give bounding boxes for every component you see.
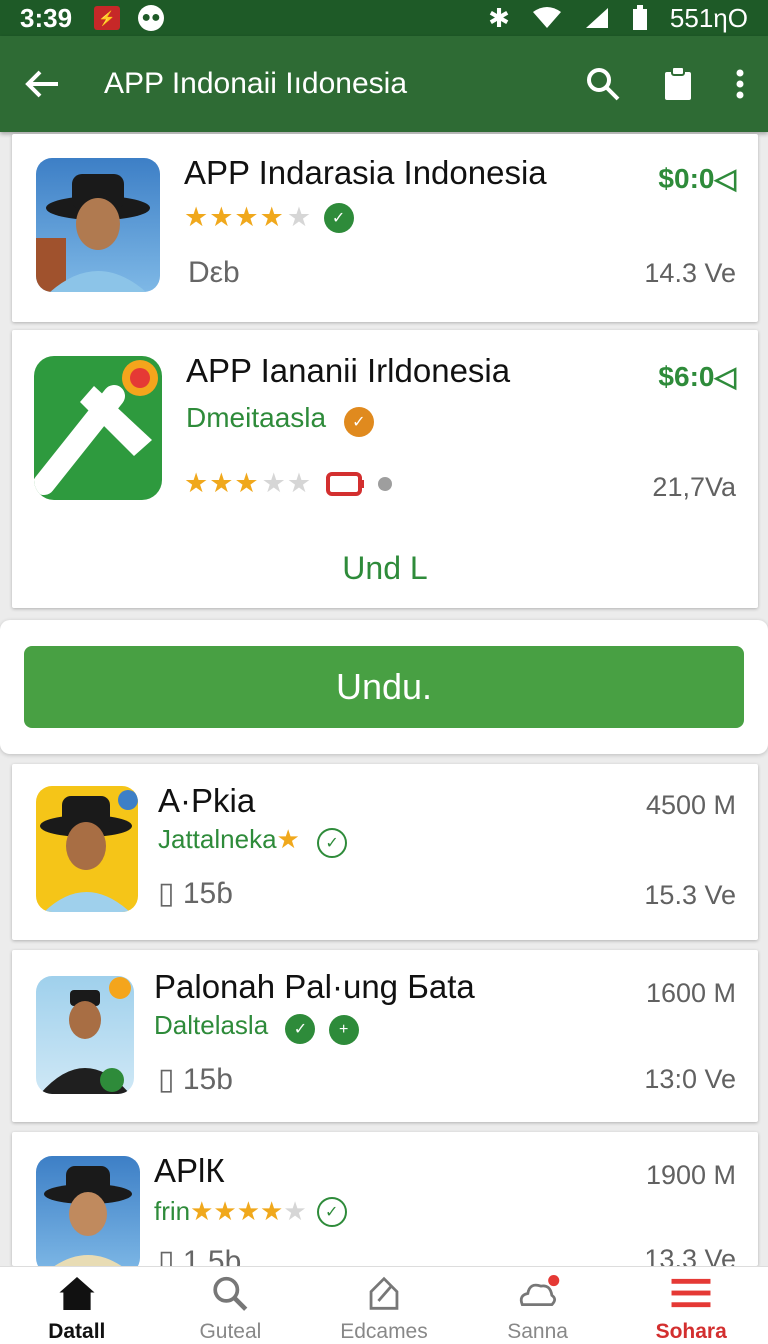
list-item[interactable]: Palonah Pal·ung Бata Daltelasla ✓ + ▯ 15… [12, 950, 758, 1122]
signal-icon [585, 8, 608, 28]
person-portrait-icon [44, 1166, 132, 1266]
app-thumbnail [36, 786, 138, 912]
bluetooth-icon: ✱ [488, 2, 510, 33]
star-rating: ★★★ ★★ [184, 468, 393, 499]
developer-name: Dmeitaasla ✓ [186, 402, 374, 437]
home-icon [59, 1276, 95, 1311]
nav-item-sanna[interactable]: Sanna [461, 1267, 615, 1344]
battery-level: 551ηO [669, 2, 748, 33]
developer-name: Jattalneka★ ✓ [158, 824, 348, 858]
app-size: 21,7Va [652, 472, 736, 502]
back-arrow-icon[interactable] [24, 69, 60, 99]
list-item[interactable]: APlК frin ★★★★ ★ ✓ ▯ 1.5b 1900 M 13.3 Ve [12, 1132, 758, 1266]
app-name: APP Iananii Irldonesia [186, 352, 511, 389]
package-icon: ▯ [158, 1245, 175, 1266]
nav-item-edcames[interactable]: Edcames [307, 1267, 461, 1344]
page-title: APP Indonaii Iıdonesia [104, 67, 408, 100]
developer-label: Jattalneka [158, 824, 277, 854]
nav-label: Datall [48, 1320, 106, 1343]
developer-label: Dmeitaasla [186, 402, 327, 433]
verified-badge-icon: ✓ [317, 828, 348, 858]
nav-label: Sanna [507, 1320, 568, 1343]
app-thumbnail [36, 976, 134, 1094]
app-bar: APP Indonaii Iıdonesia [0, 36, 768, 132]
app-name: A·Pkia [158, 782, 256, 819]
install-link[interactable]: Und L [12, 550, 758, 587]
app-card-2[interactable]: APP Iananii Irldonesia $6:0◁ Dmeitaasla … [12, 330, 758, 608]
developer-name: frin ★★★★ ★ ✓ [154, 1196, 347, 1227]
app-size: 14.3 Ve [644, 258, 736, 288]
app-thumbnail [36, 1156, 140, 1266]
app-size: 15.3 Ve [644, 880, 736, 910]
app-price: $6:0◁ [658, 361, 736, 392]
notification-app-icon: ⚡ [94, 6, 121, 30]
download-count-label: 15ɓ [182, 877, 233, 910]
app-thumbnail [36, 158, 160, 292]
bottom-navigation: Datall Guteal Edcames Sanna Sohara [0, 1266, 768, 1344]
download-count-label: 15b [182, 1063, 233, 1096]
status-bar: 3:39 ⚡ ●● ✱ 551ηO [0, 0, 768, 36]
download-count: ▯ 1.5b [158, 1244, 241, 1266]
developer-badge-icon: ✓ [343, 407, 374, 437]
nav-item-guteal[interactable]: Guteal [154, 1267, 308, 1344]
package-icon: ▯ [158, 1063, 175, 1096]
package-icon: ▯ [158, 877, 175, 910]
app-size: 13.3 Ve [644, 1244, 736, 1266]
person-portrait-icon [36, 174, 150, 292]
verified-badge-icon: ✓ [285, 1014, 316, 1044]
menu-icon [671, 1278, 711, 1308]
list-item[interactable]: A·Pkia Jattalneka★ ✓ ▯ 15ɓ 4500 M 15.3 V… [12, 764, 758, 940]
nav-item-datall[interactable]: Datall [0, 1267, 154, 1344]
download-count: ▯ 15b [158, 1062, 233, 1097]
app-downloads: 1900 M [645, 1160, 736, 1190]
wifi-icon [532, 7, 561, 28]
app-downloads: 1600 M [645, 978, 736, 1008]
clipboard-icon[interactable] [664, 67, 692, 101]
search-icon [213, 1276, 248, 1311]
app-size: 13:0 Ve [644, 1064, 736, 1094]
person-portrait-icon [40, 790, 138, 912]
developer-name: Daltelasla ✓ + [154, 1010, 359, 1045]
cloud-icon [519, 1275, 559, 1306]
nav-label: Edcames [340, 1320, 428, 1343]
app-card-1[interactable]: APP Indarasia Indonesia $0:0◁ ★★★★ ★ ✓ Dε… [12, 134, 758, 322]
developer-label: Daltelasla [154, 1010, 269, 1040]
app-price: $0:0◁ [658, 163, 736, 194]
person-portrait-icon [40, 977, 131, 1094]
battery-icon [632, 5, 647, 30]
nav-label: Guteal [199, 1320, 262, 1343]
battery-badge-icon [326, 471, 365, 496]
notification-chat-icon: ●● [138, 5, 165, 31]
app-name: Palonah Pal·ung Бata [154, 968, 475, 1005]
app-name: APlК [154, 1152, 225, 1189]
verified-badge-icon: ✓ [324, 202, 355, 233]
dot-icon [378, 476, 393, 491]
edit-icon [369, 1276, 399, 1310]
download-button[interactable]: Undu. [24, 646, 744, 728]
more-vert-icon[interactable] [736, 69, 744, 99]
download-count-label: 1.5b [182, 1245, 242, 1266]
status-time: 3:39 [20, 2, 73, 33]
verified-badge-icon: ✓ [316, 1196, 347, 1227]
hammer-icon [34, 360, 158, 495]
search-icon[interactable] [586, 67, 620, 101]
app-thumbnail [34, 356, 162, 500]
nav-item-sohara[interactable]: Sohara [614, 1267, 768, 1344]
star-rating: ★★★★ ★ ✓ [184, 202, 355, 233]
download-count: ▯ 15ɓ [158, 876, 233, 911]
app-downloads: 4500 M [645, 790, 736, 820]
nav-label: Sohara [655, 1320, 727, 1343]
app-name: APP Indarasia Indonesia [184, 154, 547, 191]
plus-badge-icon: + [328, 1015, 359, 1045]
app-subtitle: Dεb [188, 256, 240, 289]
developer-label: frin [154, 1196, 191, 1226]
